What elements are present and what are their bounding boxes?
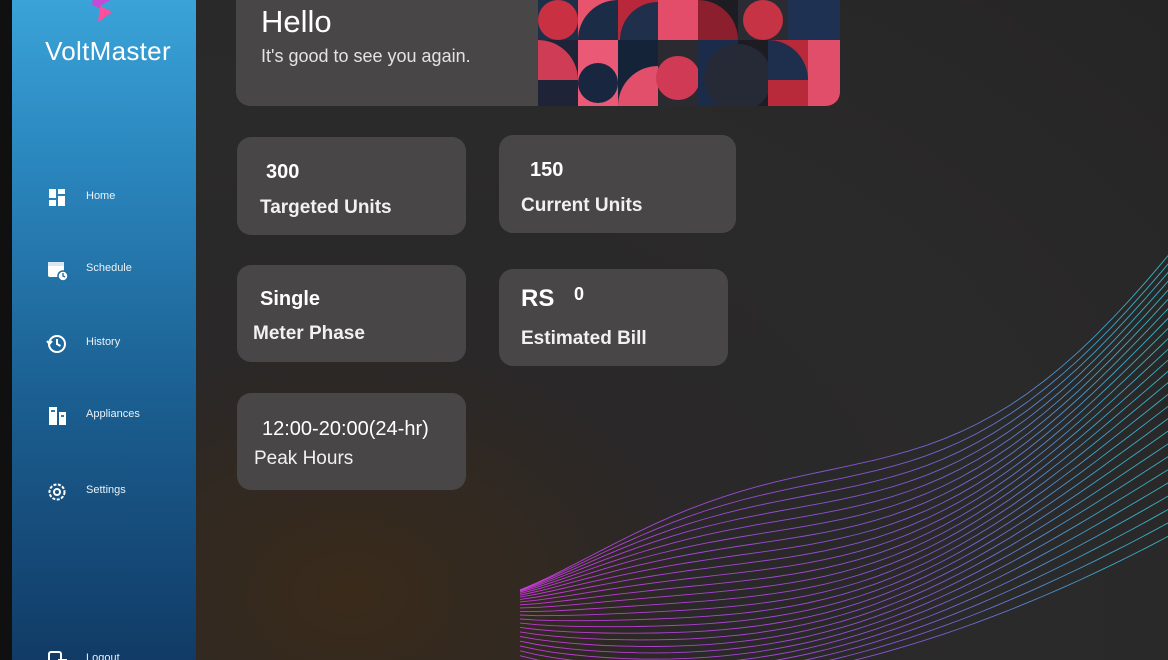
sidebar-item-label: Home — [86, 190, 116, 202]
wave-line — [519, 405, 1168, 628]
targeted-units-value: 300 — [266, 161, 300, 183]
sidebar-item-label: Schedule — [86, 262, 132, 274]
targeted-units-label: Targeted Units — [260, 197, 392, 218]
estimated-bill-label: Estimated Bill — [521, 328, 647, 349]
peak-hours-label: Peak Hours — [254, 448, 354, 469]
decorative-pattern — [538, 0, 840, 106]
targeted-units-card: 300 Targeted Units — [237, 137, 466, 235]
sidebar-item-history[interactable]: History — [12, 324, 196, 364]
appliances-icon — [49, 407, 66, 425]
wave-line — [519, 382, 1168, 617]
app-window: VoltMaster Home Schedule History Applian… — [0, 0, 1168, 660]
wave-line — [519, 482, 1168, 660]
bill-value: 0 — [574, 284, 585, 304]
current-units-label: Current Units — [521, 195, 643, 216]
wave-line — [519, 469, 1168, 660]
wave-line — [519, 359, 1168, 609]
greeting-subtitle: It's good to see you again. — [261, 46, 471, 66]
wave-line — [519, 348, 1168, 606]
meter-phase-value: Single — [260, 288, 321, 310]
brand-name: VoltMaster — [45, 36, 171, 66]
peak-hours-card: 12:00-20:00(24-hr) Peak Hours — [237, 393, 466, 490]
sidebar-item-appliances[interactable]: Appliances — [12, 396, 196, 436]
wave-line — [828, 522, 1168, 660]
greeting-card: Hello It's good to see you again. — [236, 0, 840, 106]
wave-line — [519, 456, 1168, 654]
bill-currency: RS — [521, 285, 555, 312]
logo-icon — [92, 0, 112, 22]
gear-icon — [48, 483, 66, 501]
wave-line — [520, 370, 1168, 612]
sidebar: VoltMaster Home Schedule History Applian… — [12, 0, 196, 660]
meter-phase-card: Single Meter Phase — [237, 265, 466, 362]
wave-line — [519, 443, 1168, 647]
sidebar-item-label: Logout — [86, 652, 120, 660]
wave-line — [803, 509, 1168, 660]
sidebar-item-schedule[interactable]: Schedule — [12, 250, 196, 290]
wave-line — [519, 495, 1168, 660]
window-edge — [0, 0, 12, 660]
greeting-title: Hello — [261, 4, 332, 39]
sidebar-item-label: Appliances — [86, 408, 140, 420]
wave-line — [853, 535, 1168, 660]
logout-icon — [48, 651, 67, 660]
wave-line — [519, 393, 1168, 622]
wave-line — [519, 338, 1168, 603]
estimated-bill-card: RS 0 Estimated Bill — [499, 269, 728, 366]
calendar-icon — [48, 262, 69, 282]
sidebar-item-label: History — [86, 336, 121, 348]
sidebar-item-logout[interactable]: Logout — [12, 640, 196, 660]
current-units-card: 150 Current Units — [499, 135, 736, 233]
dashboard-icon — [49, 189, 65, 206]
sidebar-item-label: Settings — [86, 484, 126, 496]
peak-hours-value: 12:00-20:00(24-hr) — [262, 418, 429, 440]
history-icon — [46, 335, 66, 353]
meter-phase-label: Meter Phase — [253, 323, 365, 344]
sidebar-item-home[interactable]: Home — [12, 178, 196, 218]
current-units-value: 150 — [530, 159, 564, 181]
wave-line — [519, 418, 1168, 634]
wave-line — [519, 430, 1168, 641]
sidebar-item-settings[interactable]: Settings — [12, 472, 196, 512]
